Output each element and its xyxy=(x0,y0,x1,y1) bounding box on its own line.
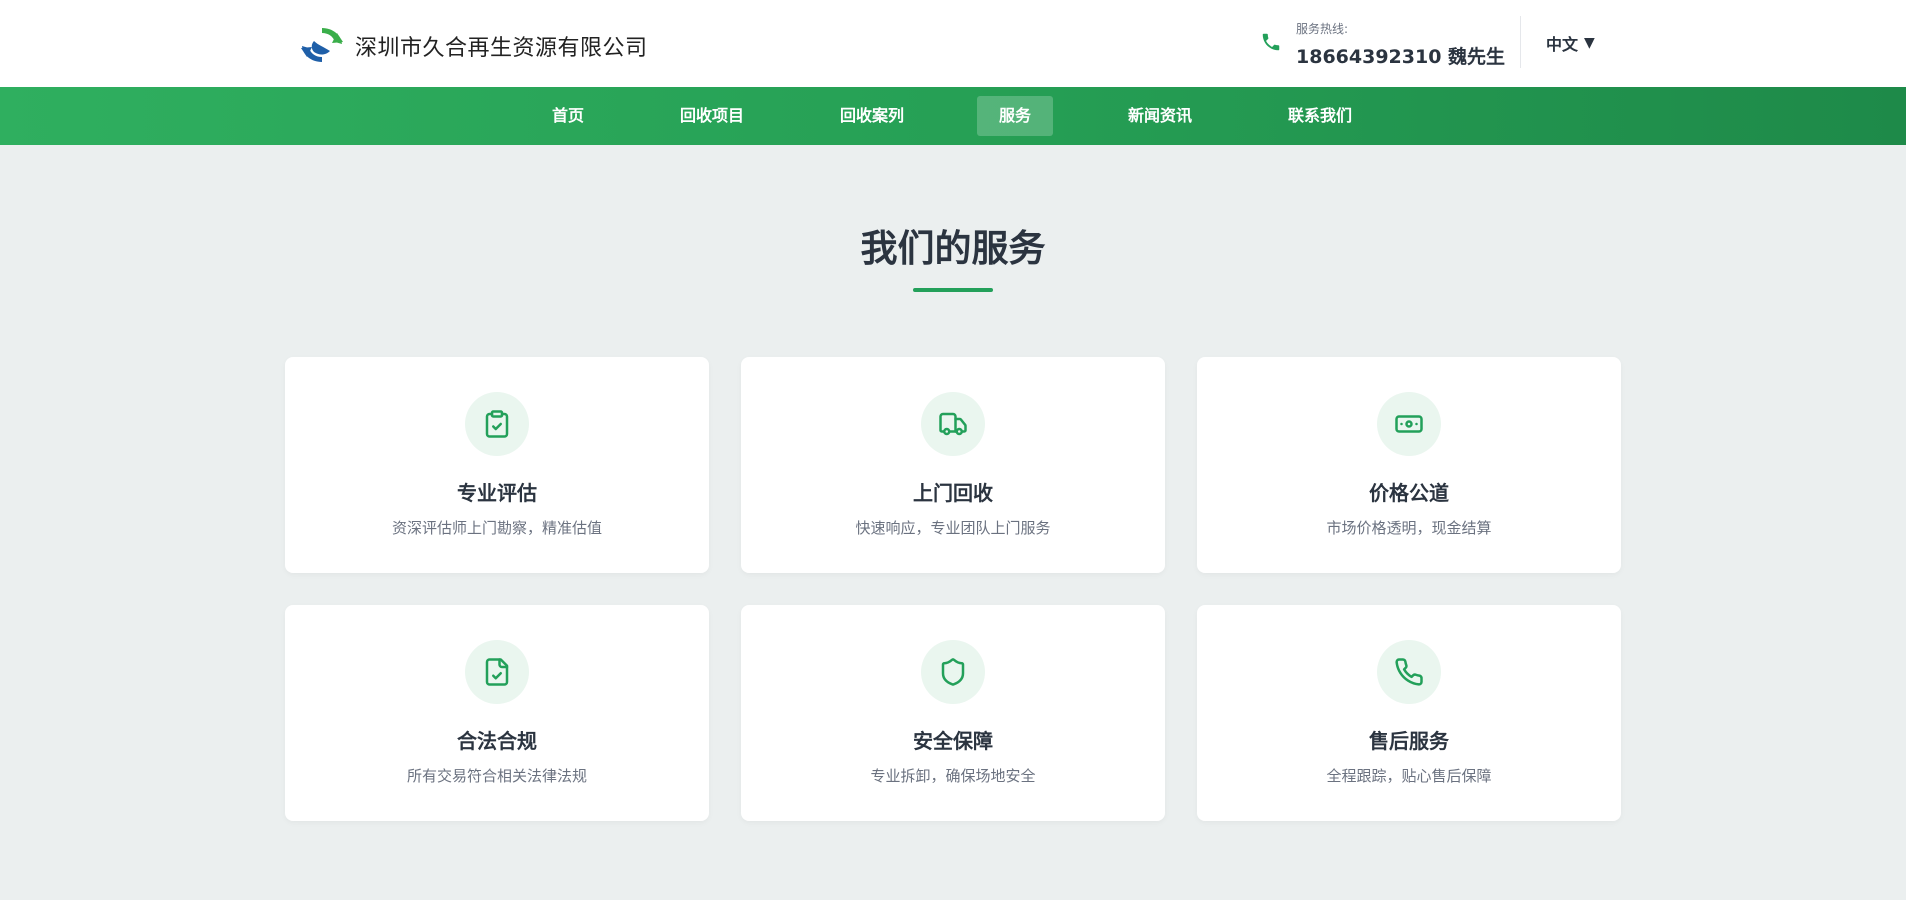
nav-item-news[interactable]: 新闻资讯 xyxy=(1106,96,1214,136)
card-title: 价格公道 xyxy=(1369,481,1449,505)
service-card-onsite-recycling[interactable]: 上门回收 快速响应，专业团队上门服务 xyxy=(741,357,1165,573)
card-description: 所有交易符合相关法律法规 xyxy=(406,767,587,785)
service-card-after-sales[interactable]: 售后服务 全程跟踪，贴心售后保障 xyxy=(1197,605,1621,821)
icon-circle xyxy=(921,640,985,704)
card-description: 快速响应，专业团队上门服务 xyxy=(855,519,1051,537)
title-underline xyxy=(913,288,993,292)
hotline-number: 18664392310 魏先生 xyxy=(1296,46,1506,68)
card-title: 专业评估 xyxy=(457,481,537,505)
main-nav: 首页 回收项目 回收案列 服务 新闻资讯 联系我们 xyxy=(0,87,1906,145)
header-divider xyxy=(1520,16,1521,68)
clipboard-check-icon xyxy=(485,410,509,438)
card-title: 售后服务 xyxy=(1369,729,1449,753)
company-logo[interactable] xyxy=(300,25,344,65)
file-check-icon xyxy=(485,658,509,686)
nav-item-services[interactable]: 服务 xyxy=(977,96,1054,136)
nav-item-recycling-projects[interactable]: 回收项目 xyxy=(658,96,766,136)
service-card-safety[interactable]: 安全保障 专业拆卸，确保场地安全 xyxy=(741,605,1165,821)
language-selector[interactable]: 中文 ▼ xyxy=(1546,31,1595,55)
card-title: 安全保障 xyxy=(913,729,993,753)
truck-icon xyxy=(939,412,967,436)
card-description: 全程跟踪，贴心售后保障 xyxy=(1326,767,1492,785)
banknote-icon xyxy=(1395,415,1423,433)
phone-icon xyxy=(1262,33,1280,51)
nav-item-recycling-cases[interactable]: 回收案列 xyxy=(818,96,926,136)
icon-circle xyxy=(465,640,529,704)
icon-circle xyxy=(465,392,529,456)
card-description: 市场价格透明，现金结算 xyxy=(1326,519,1492,537)
company-name[interactable]: 深圳市久合再生资源有限公司 xyxy=(355,30,648,62)
caret-down-icon: ▼ xyxy=(1584,35,1595,51)
nav-item-contact[interactable]: 联系我们 xyxy=(1266,96,1374,136)
card-title: 合法合规 xyxy=(457,729,537,753)
card-title: 上门回收 xyxy=(913,481,993,505)
section-title: 我们的服务 xyxy=(860,227,1046,270)
service-card-fair-price[interactable]: 价格公道 市场价格透明，现金结算 xyxy=(1197,357,1621,573)
phone-icon xyxy=(1395,658,1423,686)
card-description: 专业拆卸，确保场地安全 xyxy=(870,767,1036,785)
service-card-legal-compliance[interactable]: 合法合规 所有交易符合相关法律法规 xyxy=(285,605,709,821)
hotline-label: 服务热线: xyxy=(1296,22,1349,36)
service-card-professional-assessment[interactable]: 专业评估 资深评估师上门勘察，精准估值 xyxy=(285,357,709,573)
icon-circle xyxy=(1377,640,1441,704)
nav-item-home[interactable]: 首页 xyxy=(530,96,606,136)
shield-icon xyxy=(941,658,965,686)
language-label: 中文 xyxy=(1546,35,1579,54)
site-header: 深圳市久合再生资源有限公司 服务热线: 18664392310 魏先生 中文 ▼ xyxy=(0,0,1906,87)
card-description: 资深评估师上门勘察，精准估值 xyxy=(391,519,602,537)
icon-circle xyxy=(1377,392,1441,456)
icon-circle xyxy=(921,392,985,456)
